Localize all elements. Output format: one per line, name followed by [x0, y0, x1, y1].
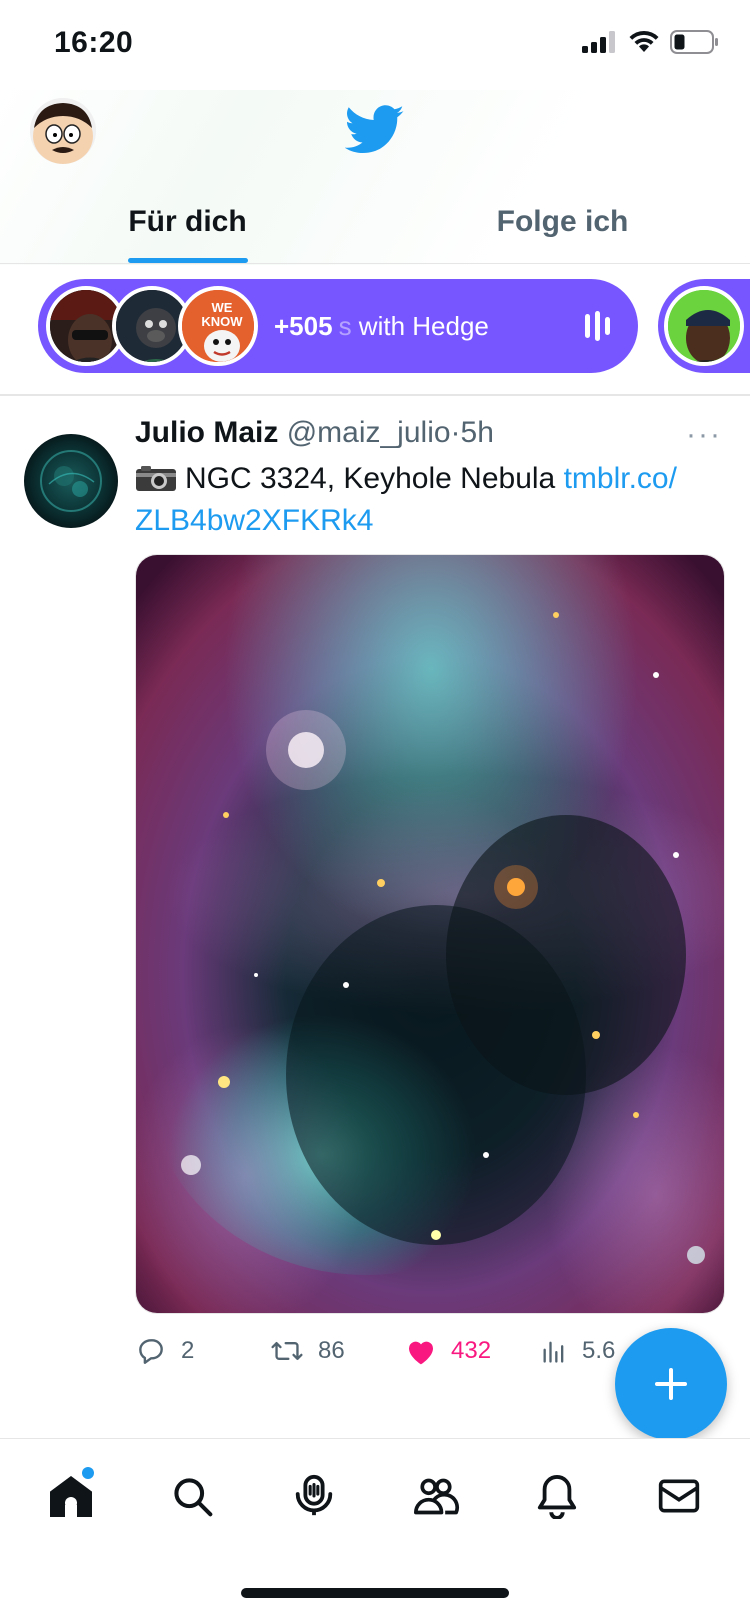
tab-for-you-label: Für dich	[128, 204, 247, 238]
nav-messages[interactable]	[644, 1461, 714, 1531]
nav-home[interactable]	[36, 1461, 106, 1531]
twitter-bird-icon[interactable]	[345, 105, 405, 155]
tab-following[interactable]: Folge ich	[375, 180, 750, 263]
space-title-faded: s	[338, 310, 352, 341]
unread-indicator	[81, 1467, 94, 1479]
author-handle[interactable]: @maiz_julio	[287, 416, 451, 449]
status-time: 16:20	[54, 26, 134, 59]
status-bar: 16:20	[0, 0, 750, 90]
battery-icon	[670, 30, 718, 54]
retweet-button[interactable]: 86	[270, 1335, 405, 1367]
nav-search[interactable]	[157, 1461, 227, 1531]
search-icon	[174, 1478, 213, 1517]
tweet-body: NGC 3324, Keyhole Nebula	[185, 462, 556, 495]
tab-for-you[interactable]: Für dich	[0, 180, 375, 263]
tweet-image[interactable]	[135, 554, 725, 1314]
space-listener-count: +505	[274, 310, 333, 341]
space-title-text: with Hedge	[351, 310, 489, 341]
like-count: 432	[451, 1337, 492, 1364]
author-name[interactable]: Julio Maiz	[135, 416, 278, 449]
bell-icon	[538, 1474, 577, 1519]
spaces-icon	[295, 1474, 333, 1516]
tweet-text: NGC 3324, Keyhole Nebula tmblr.co/ZLB4bw…	[135, 458, 725, 542]
views-icon	[543, 1341, 564, 1363]
audio-bars-icon	[585, 311, 610, 341]
space-title: s with Hedge	[339, 311, 489, 342]
envelope-icon	[658, 1479, 700, 1513]
space-host-avatar	[664, 286, 744, 366]
retweet-icon	[271, 1341, 303, 1361]
space-speaker-avatar: WE KNOW	[178, 286, 258, 366]
tweet[interactable]: Julio Maiz @maiz_julio·5h ··· NGC 3324, …	[0, 395, 750, 1435]
nav-notifications[interactable]	[522, 1461, 592, 1531]
profile-avatar[interactable]	[30, 98, 96, 164]
timeline-tabs: Für dich Folge ich	[0, 180, 750, 264]
heart-icon	[409, 1341, 433, 1365]
nav-spaces[interactable]	[279, 1461, 349, 1531]
status-icons	[582, 30, 720, 54]
active-tab-indicator	[127, 258, 248, 263]
reply-count: 2	[181, 1337, 195, 1364]
cellular-signal-icon	[582, 31, 615, 53]
reply-icon	[139, 1339, 163, 1364]
nav-communities[interactable]	[401, 1461, 471, 1531]
tweet-link-cont[interactable]: ZLB4bw2XFKRk4	[135, 504, 373, 537]
retweet-count: 86	[318, 1337, 345, 1364]
separator: ·	[450, 416, 461, 449]
tweet-header: Julio Maiz @maiz_julio·5h	[135, 416, 494, 450]
spaces-bar: WE KNOW +505 s with Hedge	[0, 265, 750, 395]
live-space-card[interactable]: WE KNOW +505 s with Hedge	[38, 279, 638, 373]
bottom-navigation	[0, 1438, 750, 1624]
home-icon	[49, 1476, 92, 1517]
live-space-card[interactable]	[658, 279, 750, 373]
tweet-time[interactable]: 5h	[461, 416, 494, 449]
communities-icon	[413, 1478, 459, 1515]
home-indicator	[241, 1588, 509, 1598]
view-count: 5.6	[582, 1337, 616, 1364]
camera-icon	[136, 466, 176, 491]
like-button[interactable]: 432	[405, 1336, 540, 1366]
wifi-icon	[629, 30, 659, 52]
tab-following-label: Folge ich	[496, 204, 629, 238]
more-options-icon[interactable]: ···	[686, 418, 722, 452]
svg-text:KNOW: KNOW	[201, 314, 243, 329]
tweet-link[interactable]: tmblr.co/	[564, 462, 677, 495]
svg-text:WE: WE	[212, 300, 233, 315]
author-avatar[interactable]	[24, 434, 118, 528]
avatar	[30, 98, 96, 164]
plus-icon	[655, 1368, 687, 1400]
compose-tweet-button[interactable]	[615, 1328, 727, 1440]
reply-button[interactable]: 2	[135, 1335, 270, 1367]
